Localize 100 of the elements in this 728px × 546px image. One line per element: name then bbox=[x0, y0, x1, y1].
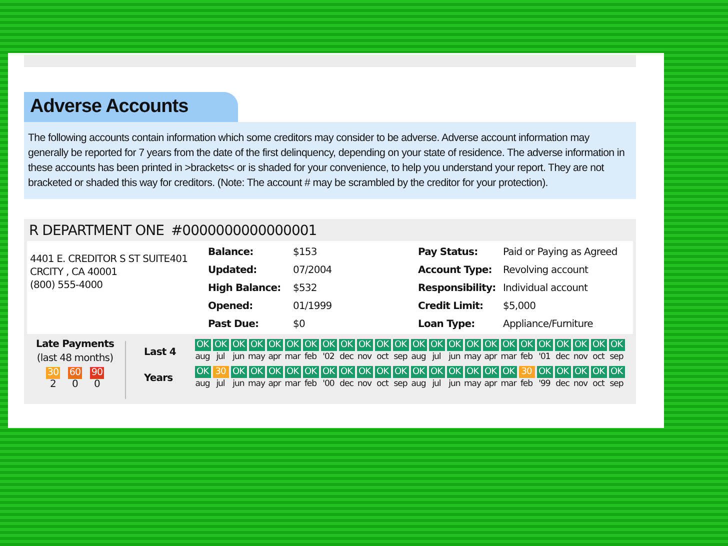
status-badge: OK bbox=[482, 339, 498, 351]
month-label: sep bbox=[394, 352, 408, 362]
month-label: apr bbox=[484, 379, 497, 389]
status-badge: OK bbox=[428, 366, 444, 378]
account-name: R DEPARTMENT ONE bbox=[29, 223, 164, 239]
month-label: jun bbox=[232, 379, 244, 389]
status-badge: OK bbox=[194, 366, 210, 378]
month-label: sep bbox=[394, 379, 408, 389]
status-badge: OK bbox=[536, 366, 552, 378]
status-badge: OK bbox=[338, 339, 354, 351]
field-label: High Balance: bbox=[208, 282, 282, 294]
late-badge: 60 bbox=[68, 367, 82, 379]
month-label: mar bbox=[500, 379, 516, 389]
history-label: Years bbox=[144, 373, 174, 384]
month-label: jul bbox=[432, 352, 441, 362]
status-badge: OK bbox=[608, 339, 624, 351]
field-label: Updated: bbox=[208, 264, 258, 276]
status-badge: 30 bbox=[518, 366, 534, 378]
status-badge: OK bbox=[284, 339, 300, 351]
month-label: '01 bbox=[538, 352, 550, 362]
status-badge: OK bbox=[374, 366, 390, 378]
field-value: Individual account bbox=[503, 282, 589, 294]
month-label: dec bbox=[556, 379, 570, 389]
month-label: dec bbox=[340, 379, 354, 389]
month-label: jul bbox=[432, 379, 441, 389]
month-label: sep bbox=[610, 379, 624, 389]
late-payments-subtitle: (last 48 months) bbox=[36, 353, 114, 364]
month-label: '00 bbox=[322, 379, 334, 389]
month-label: may bbox=[248, 379, 266, 389]
status-badge: OK bbox=[410, 366, 426, 378]
field-value: Revolving account bbox=[503, 264, 590, 276]
status-badge: OK bbox=[302, 339, 318, 351]
status-badge: OK bbox=[320, 339, 336, 351]
section-title: Adverse Accounts bbox=[24, 92, 238, 122]
field-value: $153 bbox=[293, 246, 318, 258]
month-label: '02 bbox=[322, 352, 334, 362]
month-label: nov bbox=[357, 379, 372, 389]
month-label: dec bbox=[556, 352, 570, 362]
month-label: jul bbox=[216, 352, 225, 362]
status-badge: OK bbox=[554, 339, 570, 351]
status-badge: OK bbox=[572, 339, 588, 351]
field-label: Loan Type: bbox=[418, 318, 476, 330]
field-label: Opened: bbox=[208, 300, 254, 312]
month-label: may bbox=[464, 379, 482, 389]
status-badge: OK bbox=[572, 366, 588, 378]
field-label: Account Type: bbox=[418, 264, 493, 276]
status-badge: OK bbox=[554, 366, 570, 378]
field-label: Credit Limit: bbox=[418, 300, 484, 312]
month-label: nov bbox=[357, 352, 372, 362]
field-label: Responsibility: bbox=[418, 282, 497, 294]
late-count: 0 bbox=[94, 379, 100, 390]
status-badge: OK bbox=[230, 366, 246, 378]
month-label: sep bbox=[610, 352, 624, 362]
month-label: jun bbox=[232, 352, 244, 362]
month-label: feb bbox=[304, 379, 317, 389]
month-label: may bbox=[464, 352, 482, 362]
month-label: apr bbox=[484, 352, 497, 362]
description-text: The following accounts contain information which some creditors may consider to be adverse. Adverse account information may generally be reported for 7 years from the date of the first delinquency, depending on your state of residence. The adverse information in these accounts has been printed in >brackets< or is shaded for your convenience, to help you understand your report. They are not bracketed or shaded this way for creditors. (Note: The account # may be scrambled by the creditor for your protection). bbox=[28, 131, 626, 191]
address-line: 4401 E. CREDITOR S ST SUITE401 bbox=[30, 253, 189, 266]
month-label: apr bbox=[268, 352, 281, 362]
late-badge: 30 bbox=[46, 367, 60, 379]
status-badge: OK bbox=[338, 366, 354, 378]
month-label: mar bbox=[284, 379, 300, 389]
month-label: aug bbox=[411, 379, 426, 389]
month-label: dec bbox=[340, 352, 354, 362]
status-badge: OK bbox=[428, 339, 444, 351]
field-value: $532 bbox=[293, 282, 318, 294]
status-badge: OK bbox=[500, 339, 516, 351]
month-label: mar bbox=[284, 352, 300, 362]
field-value: $0 bbox=[293, 318, 306, 330]
status-badge: OK bbox=[194, 339, 210, 351]
status-badge: OK bbox=[464, 366, 480, 378]
field-label: Pay Status: bbox=[418, 246, 479, 258]
history-label: Last 4 bbox=[144, 347, 177, 358]
status-badge: OK bbox=[266, 366, 282, 378]
status-badge: OK bbox=[446, 366, 462, 378]
month-label: jun bbox=[448, 352, 460, 362]
month-label: jun bbox=[448, 379, 460, 389]
status-badge: OK bbox=[212, 339, 228, 351]
status-badge: OK bbox=[446, 339, 462, 351]
status-badge: 30 bbox=[212, 366, 228, 378]
status-badge: OK bbox=[356, 366, 372, 378]
month-label: aug bbox=[195, 379, 210, 389]
late-payments-title: Late Payments bbox=[34, 339, 116, 350]
status-badge: OK bbox=[230, 339, 246, 351]
status-badge: OK bbox=[590, 339, 606, 351]
status-badge: OK bbox=[392, 366, 408, 378]
status-badge: OK bbox=[500, 366, 516, 378]
status-badge: OK bbox=[518, 339, 534, 351]
field-value: 07/2004 bbox=[293, 264, 333, 276]
status-badge: OK bbox=[320, 366, 336, 378]
late-count: 2 bbox=[50, 379, 56, 390]
status-badge: OK bbox=[248, 339, 264, 351]
status-badge: OK bbox=[464, 339, 480, 351]
status-badge: OK bbox=[536, 339, 552, 351]
month-label: apr bbox=[268, 379, 281, 389]
status-badge: OK bbox=[410, 339, 426, 351]
account-number: #0000000000000001 bbox=[170, 223, 317, 239]
address-line: (800) 555-4000 bbox=[30, 279, 104, 292]
field-value: Paid or Paying as Agreed bbox=[503, 246, 618, 258]
